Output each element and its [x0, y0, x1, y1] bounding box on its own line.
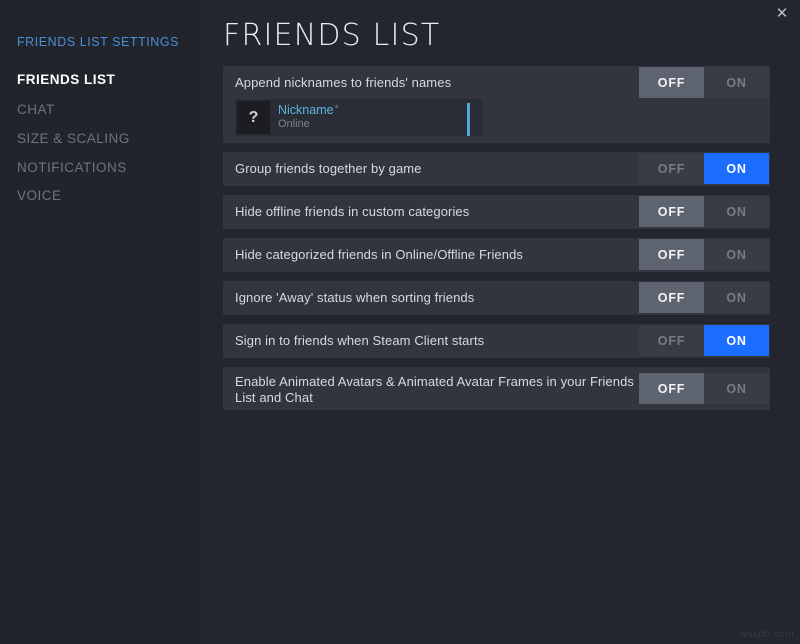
- toggle-option-on[interactable]: ON: [704, 282, 769, 313]
- sidebar-item-chat[interactable]: CHAT: [17, 102, 55, 117]
- toggle-hide-categorized-friends[interactable]: OFF ON: [639, 239, 769, 270]
- settings-list: Append nicknames to friends' names OFF O…: [223, 66, 770, 419]
- toggle-append-nicknames[interactable]: OFF ON: [639, 67, 769, 98]
- watermark: wsxdn.com: [739, 628, 794, 640]
- settings-sidebar: FRIENDS LIST SETTINGS FRIENDS LIST CHAT …: [0, 0, 201, 644]
- sidebar-item-voice[interactable]: VOICE: [17, 188, 62, 203]
- setting-label: Append nicknames to friends' names: [235, 75, 452, 90]
- toggle-option-off[interactable]: OFF: [639, 67, 704, 98]
- toggle-ignore-away-status[interactable]: OFF ON: [639, 282, 769, 313]
- toggle-option-on[interactable]: ON: [704, 373, 769, 404]
- toggle-option-off[interactable]: OFF: [639, 325, 704, 356]
- setting-label: Group friends together by game: [235, 161, 422, 176]
- sidebar-item-notifications[interactable]: NOTIFICATIONS: [17, 160, 127, 175]
- toggle-option-on[interactable]: ON: [704, 239, 769, 270]
- nickname-preview-card: ? Nickname* Online: [235, 99, 483, 136]
- setting-row-ignore-away-status: Ignore 'Away' status when sorting friend…: [223, 281, 770, 315]
- nickname-preview-name: Nickname*: [278, 103, 339, 117]
- settings-main-panel: ✕ FRIENDS LIST Append nicknames to frien…: [201, 0, 800, 644]
- setting-row-animated-avatars: Enable Animated Avatars & Animated Avata…: [223, 367, 770, 410]
- nickname-preview-status: Online: [278, 118, 310, 130]
- setting-row-hide-offline-friends: Hide offline friends in custom categorie…: [223, 195, 770, 229]
- nickname-star-icon: *: [334, 103, 339, 115]
- toggle-sign-in-on-start[interactable]: OFF ON: [639, 325, 769, 356]
- setting-row-append-nicknames: Append nicknames to friends' names OFF O…: [223, 66, 770, 143]
- setting-label: Sign in to friends when Steam Client sta…: [235, 333, 485, 348]
- toggle-option-off[interactable]: OFF: [639, 153, 704, 184]
- toggle-option-on[interactable]: ON: [704, 196, 769, 227]
- toggle-option-off[interactable]: OFF: [639, 196, 704, 227]
- avatar-placeholder-icon: ?: [237, 101, 270, 134]
- page-title: FRIENDS LIST: [223, 18, 441, 53]
- toggle-option-on[interactable]: ON: [704, 67, 769, 98]
- toggle-hide-offline-friends[interactable]: OFF ON: [639, 196, 769, 227]
- setting-label: Hide offline friends in custom categorie…: [235, 204, 470, 219]
- toggle-group-by-game[interactable]: OFF ON: [639, 153, 769, 184]
- setting-row-group-by-game: Group friends together by game OFF ON: [223, 152, 770, 186]
- nickname-preview-name-text: Nickname: [278, 103, 334, 117]
- toggle-animated-avatars[interactable]: OFF ON: [639, 373, 769, 404]
- text-cursor-caret: [467, 103, 470, 136]
- sidebar-item-size-and-scaling[interactable]: SIZE & SCALING: [17, 131, 130, 146]
- setting-label: Enable Animated Avatars & Animated Avata…: [235, 374, 635, 405]
- toggle-option-off[interactable]: OFF: [639, 373, 704, 404]
- setting-row-hide-categorized-friends: Hide categorized friends in Online/Offli…: [223, 238, 770, 272]
- close-icon[interactable]: ✕: [773, 4, 791, 22]
- toggle-option-on[interactable]: ON: [704, 325, 769, 356]
- setting-row-sign-in-on-start: Sign in to friends when Steam Client sta…: [223, 324, 770, 358]
- sidebar-heading: FRIENDS LIST SETTINGS: [17, 35, 180, 49]
- toggle-option-on[interactable]: ON: [704, 153, 769, 184]
- setting-label: Hide categorized friends in Online/Offli…: [235, 247, 524, 262]
- sidebar-item-friends-list[interactable]: FRIENDS LIST: [17, 72, 115, 87]
- setting-label: Ignore 'Away' status when sorting friend…: [235, 290, 475, 305]
- toggle-option-off[interactable]: OFF: [639, 282, 704, 313]
- toggle-option-off[interactable]: OFF: [639, 239, 704, 270]
